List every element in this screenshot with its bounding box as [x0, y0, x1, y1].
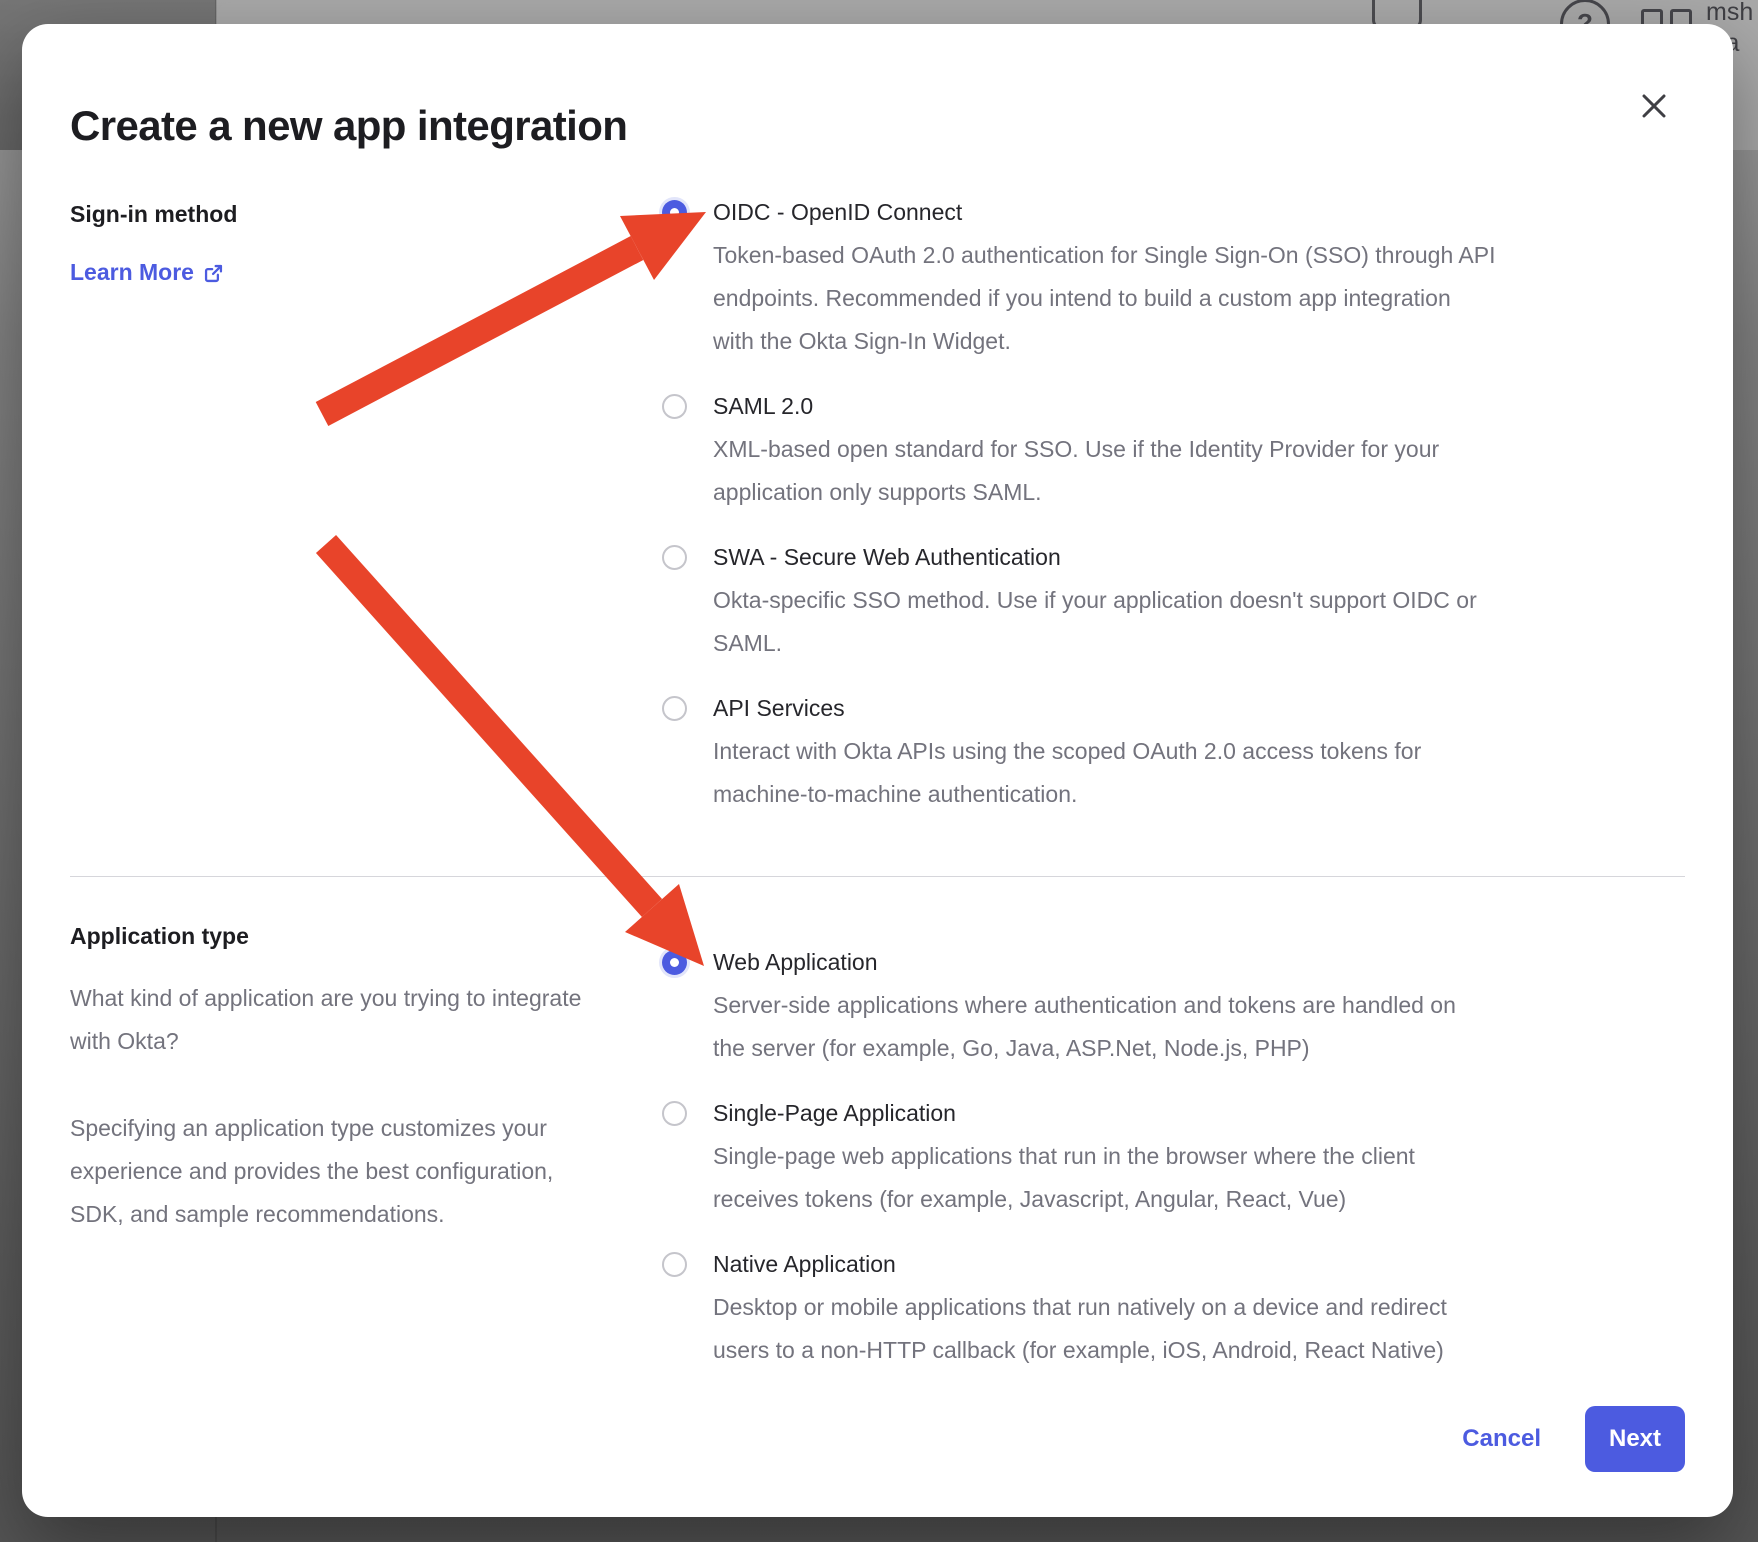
- screenshot-stage: ? msh kta Create a new app integration S…: [0, 0, 1758, 1542]
- create-app-integration-dialog: Create a new app integration Sign-in met…: [22, 24, 1733, 1517]
- dialog-footer: Cancel Next: [1462, 1406, 1685, 1472]
- next-button[interactable]: Next: [1585, 1406, 1685, 1472]
- application-type-description-2: Specifying an application type customize…: [70, 1107, 662, 1236]
- radio-option-label: Web Application: [713, 949, 1456, 975]
- radio-button[interactable]: [662, 696, 687, 721]
- signin-method-heading: Sign-in method: [70, 199, 662, 229]
- radio-option-web-application[interactable]: Web Application Server-side applications…: [662, 949, 1685, 1070]
- radio-option-label: OIDC - OpenID Connect: [713, 199, 1495, 225]
- signin-method-section: Sign-in method Learn More OIDC - OpenID …: [70, 199, 1685, 816]
- application-type-options-group: Web Application Server-side applications…: [662, 921, 1685, 1372]
- radio-option-description: Single-page web applications that run in…: [713, 1135, 1415, 1221]
- section-divider: [70, 876, 1685, 877]
- radio-button[interactable]: [662, 200, 687, 225]
- radio-option-single-page-application[interactable]: Single-Page Application Single-page web …: [662, 1100, 1685, 1221]
- radio-option-label: SAML 2.0: [713, 393, 1439, 419]
- radio-option-description: XML-based open standard for SSO. Use if …: [713, 428, 1439, 514]
- application-type-description-1: What kind of application are you trying …: [70, 977, 662, 1063]
- radio-option-label: SWA - Secure Web Authentication: [713, 544, 1477, 570]
- radio-option-label: Native Application: [713, 1251, 1447, 1277]
- learn-more-label: Learn More: [70, 259, 194, 286]
- radio-option-saml-2-0[interactable]: SAML 2.0 XML-based open standard for SSO…: [662, 393, 1685, 514]
- radio-button[interactable]: [662, 545, 687, 570]
- radio-option-description: Okta-specific SSO method. Use if your ap…: [713, 579, 1477, 665]
- radio-option-oidc-openid-connect[interactable]: OIDC - OpenID Connect Token-based OAuth …: [662, 199, 1685, 363]
- close-icon[interactable]: [1641, 86, 1681, 126]
- external-link-icon: [203, 263, 224, 284]
- radio-option-description: Interact with Okta APIs using the scoped…: [713, 730, 1421, 816]
- learn-more-link[interactable]: Learn More: [70, 259, 224, 286]
- radio-option-label: Single-Page Application: [713, 1100, 1415, 1126]
- signin-options-group: OIDC - OpenID Connect Token-based OAuth …: [662, 199, 1685, 816]
- application-type-heading: Application type: [70, 921, 662, 951]
- radio-option-api-services[interactable]: API Services Interact with Okta APIs usi…: [662, 695, 1685, 816]
- radio-option-native-application[interactable]: Native Application Desktop or mobile app…: [662, 1251, 1685, 1372]
- radio-option-description: Token-based OAuth 2.0 authentication for…: [713, 234, 1495, 363]
- radio-option-label: API Services: [713, 695, 1421, 721]
- cancel-button[interactable]: Cancel: [1462, 1425, 1541, 1453]
- radio-option-description: Server-side applications where authentic…: [713, 984, 1456, 1070]
- radio-button[interactable]: [662, 394, 687, 419]
- radio-option-description: Desktop or mobile applications that run …: [713, 1286, 1447, 1372]
- radio-button[interactable]: [662, 950, 687, 975]
- radio-button[interactable]: [662, 1252, 687, 1277]
- radio-option-swa-secure-web-authentication[interactable]: SWA - Secure Web Authentication Okta-spe…: [662, 544, 1685, 665]
- application-type-section: Application type What kind of applicatio…: [70, 921, 1685, 1372]
- radio-button[interactable]: [662, 1101, 687, 1126]
- dialog-title: Create a new app integration: [70, 101, 1685, 151]
